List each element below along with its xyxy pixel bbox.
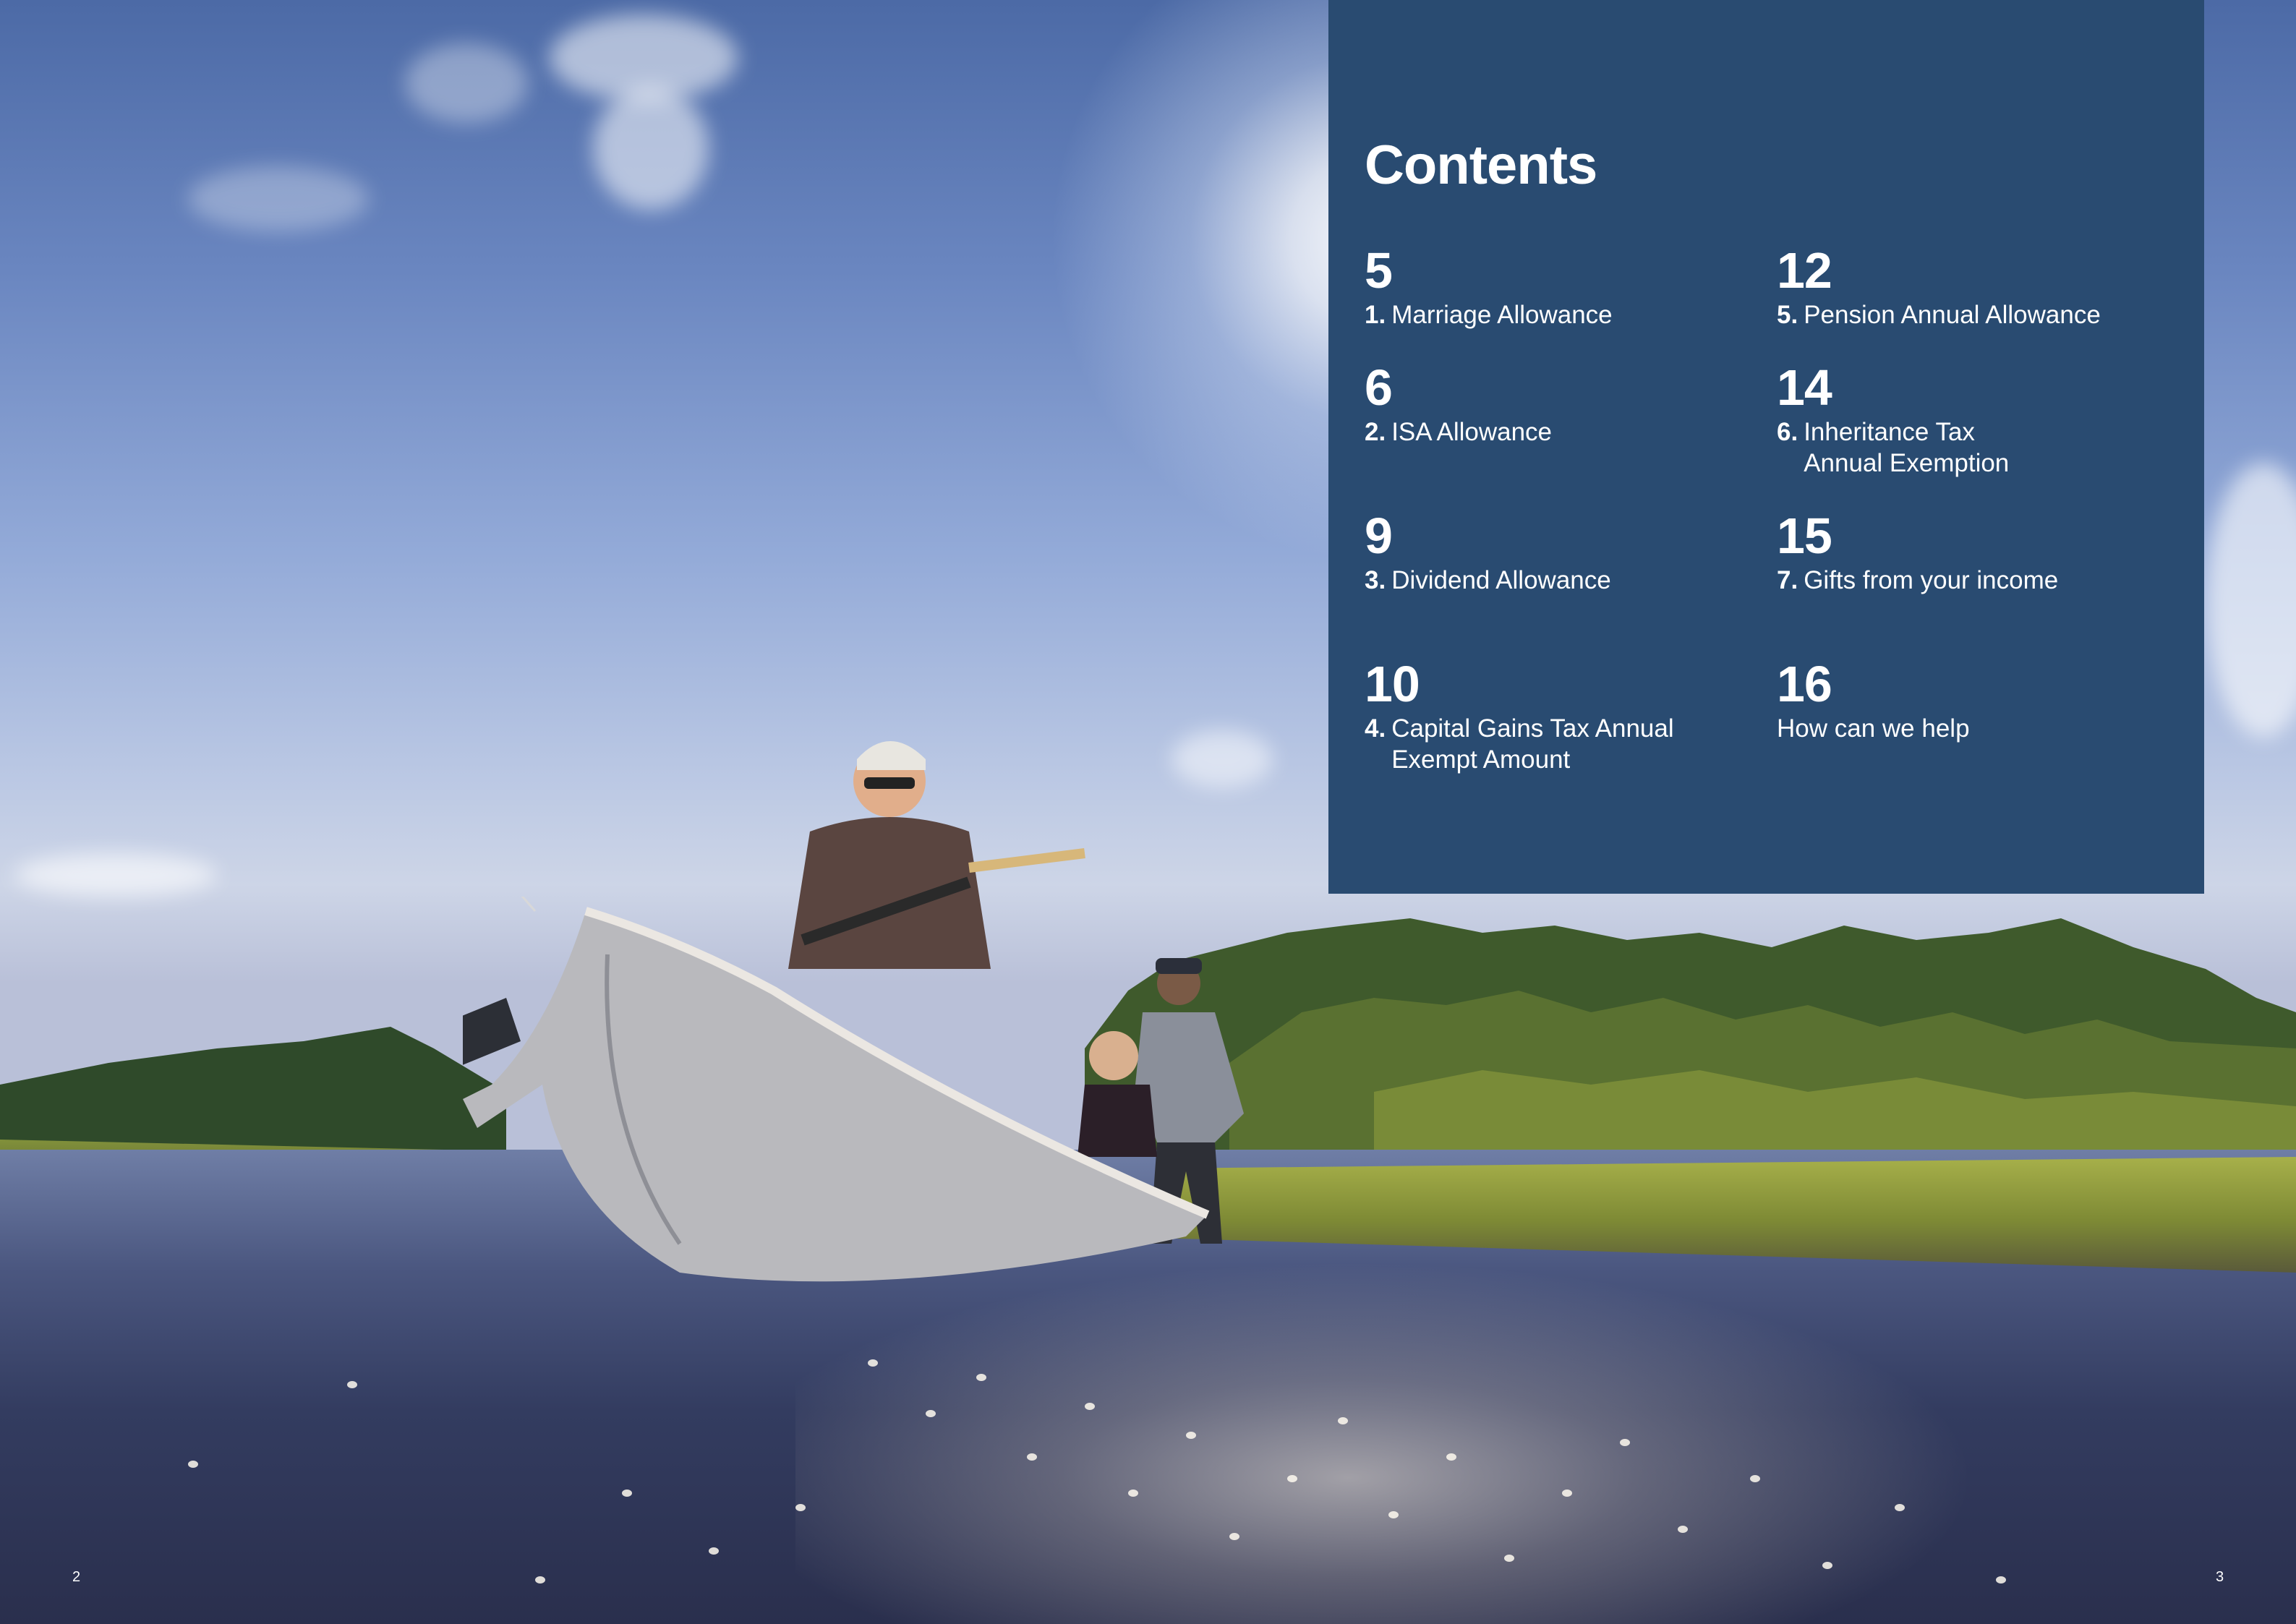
entry-line: Gifts from your income: [1804, 566, 2059, 594]
entry-label: 7. Gifts from your income: [1777, 565, 2182, 596]
page-number: 15: [1777, 508, 1832, 564]
canoe: [463, 897, 1210, 1282]
entry-label: 1. Marriage Allowance: [1365, 299, 1770, 330]
page-number: 10: [1365, 656, 1420, 712]
contents-entry[interactable]: 14 6. Inheritance Tax Annual Exemption: [1777, 362, 2182, 479]
contents-entry[interactable]: 10 4. Capital Gains Tax Annual Exempt Amou…: [1365, 658, 1770, 775]
page-number: 14: [1777, 359, 1832, 416]
entry-line: Pension Annual Allowance: [1804, 301, 2101, 329]
cloud: [188, 166, 369, 231]
section-number: 4.: [1365, 714, 1386, 743]
entry-label: 5. Pension Annual Allowance: [1777, 299, 2182, 330]
left-page-number: 2: [72, 1569, 81, 1585]
contents-entry[interactable]: 12 5. Pension Annual Allowance: [1777, 244, 2182, 330]
section-number: 5.: [1777, 301, 1798, 329]
contents-entry[interactable]: 16 How can we help: [1777, 658, 2182, 744]
entry-line: Capital Gains Tax Annual: [1391, 714, 1674, 743]
page-number: 5: [1365, 242, 1393, 299]
entry-line: Exempt Amount: [1391, 745, 1571, 774]
entry-line: Annual Exemption: [1804, 449, 2010, 477]
entry-label: How can we help: [1777, 713, 2182, 744]
cloud: [593, 87, 709, 210]
section-number: 1.: [1365, 301, 1386, 329]
contents-entry[interactable]: 5 1. Marriage Allowance: [1365, 244, 1770, 330]
contents-entry[interactable]: 9 3. Dividend Allowance: [1365, 510, 1770, 596]
entry-line: Inheritance Tax: [1804, 418, 1975, 446]
cloud: [405, 43, 528, 123]
entry-label: 6. Inheritance Tax Annual Exemption: [1777, 416, 2182, 479]
contents-title: Contents: [1365, 134, 1597, 196]
section-number: 2.: [1365, 418, 1386, 446]
entry-line: ISA Allowance: [1391, 418, 1553, 446]
page-number: 16: [1777, 656, 1832, 712]
section-number: 7.: [1777, 566, 1798, 594]
contents-panel: Contents 5 1. Marriage Allowance 6 2. ISA …: [1328, 0, 2204, 894]
entry-label: 4. Capital Gains Tax Annual Exempt Amount: [1365, 713, 1770, 775]
entry-line: Marriage Allowance: [1391, 301, 1613, 329]
page-number: 9: [1365, 508, 1393, 564]
entry-label: 2. ISA Allowance: [1365, 416, 1770, 448]
section-number: 3.: [1365, 566, 1386, 594]
entry-label: 3. Dividend Allowance: [1365, 565, 1770, 596]
section-number: 6.: [1777, 418, 1798, 446]
page-number: 12: [1777, 242, 1832, 299]
contents-entry[interactable]: 6 2. ISA Allowance: [1365, 362, 1770, 448]
right-page-number: 3: [2216, 1569, 2224, 1585]
entry-line: How can we help: [1777, 714, 1970, 743]
contents-entry[interactable]: 15 7. Gifts from your income: [1777, 510, 2182, 596]
page-number: 6: [1365, 359, 1393, 416]
cloud: [14, 853, 217, 897]
entry-line: Dividend Allowance: [1391, 566, 1611, 594]
